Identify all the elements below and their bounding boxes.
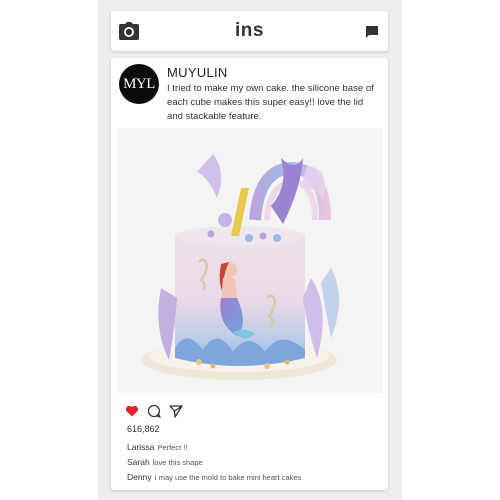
- share-icon[interactable]: [169, 404, 183, 418]
- comment-text: love this shape: [152, 458, 203, 467]
- post-actions: [125, 404, 205, 418]
- comment-username[interactable]: Larissa: [127, 442, 154, 452]
- avatar-text: MYL: [123, 75, 155, 92]
- comment-icon[interactable]: [147, 404, 161, 418]
- chat-icon[interactable]: [365, 25, 379, 39]
- comment-text: Perfect !!: [157, 443, 188, 452]
- comment-item: Sarah love this shape: [127, 455, 377, 470]
- comment-username[interactable]: Denny: [127, 472, 152, 482]
- comment-item: Larissa Perfect !!: [127, 440, 377, 455]
- likes-count: 616,862: [127, 424, 160, 434]
- top-bar: ins: [111, 11, 388, 51]
- heart-icon[interactable]: [125, 404, 139, 418]
- comment-username[interactable]: Sarah: [127, 457, 150, 467]
- app-title: ins: [235, 20, 264, 41]
- post-photo: [117, 128, 382, 393]
- comments-list: Larissa Perfect !! Sarah love this shape D…: [127, 440, 377, 485]
- comment-text: I may use the mold to bake mini heart ca…: [154, 473, 302, 482]
- post-caption: I tried to make my own cake. the silicon…: [167, 83, 374, 122]
- avatar[interactable]: MYL: [119, 64, 159, 104]
- post-username[interactable]: MUYULIN: [167, 65, 228, 80]
- cake-image: [117, 128, 382, 393]
- post-card: MYL MUYULIN I tried to make my own cake.…: [111, 58, 388, 490]
- comment-item: Denny I may use the mold to bake mini hea…: [127, 470, 377, 485]
